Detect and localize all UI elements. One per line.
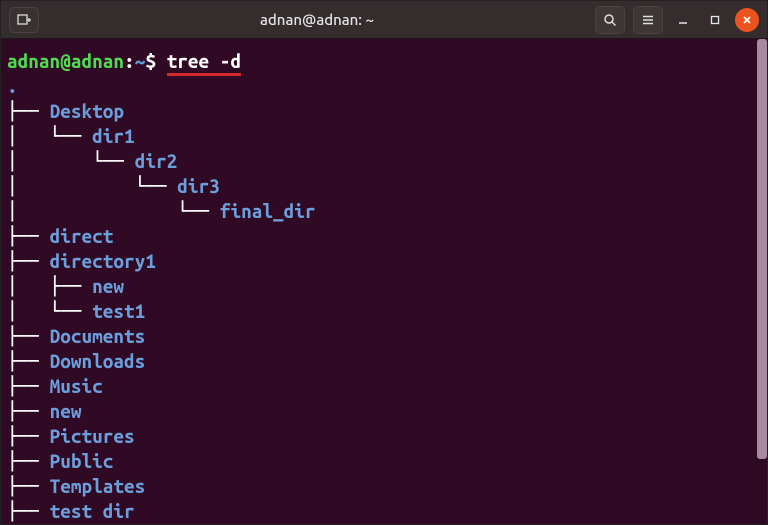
terminal-body[interactable]: adnan@adnan:~$ tree -d . ├── Desktop│ └─… — [1, 39, 767, 524]
tree-line: ├── Pictures — [7, 424, 761, 449]
directory-name: final_dir — [220, 200, 316, 222]
tree-line: ├── Downloads — [7, 349, 761, 374]
tree-line: ├── Public — [7, 449, 761, 474]
tree-branch: ├── — [7, 375, 50, 397]
close-button[interactable] — [735, 8, 759, 32]
directory-name: dir3 — [177, 175, 220, 197]
directory-name: Desktop — [50, 100, 124, 122]
directory-name: Templates — [50, 475, 146, 497]
search-button[interactable] — [595, 6, 625, 34]
minimize-icon — [677, 14, 689, 26]
prompt-user: adnan@adnan — [7, 50, 124, 72]
tree-line: │ └── dir1 — [7, 124, 761, 149]
tree-branch: ├── — [7, 325, 50, 347]
tree-branch: │ └── — [7, 150, 135, 172]
tree-line: │ └── final_dir — [7, 199, 761, 224]
tree-branch: ├── — [7, 350, 50, 372]
close-icon — [741, 14, 753, 26]
tree-line: ├── Desktop — [7, 99, 761, 124]
tree-line: │ └── dir2 — [7, 149, 761, 174]
directory-name: directory1 — [50, 250, 156, 272]
tree-branch: │ └── — [7, 300, 92, 322]
new-tab-icon — [17, 13, 31, 27]
prompt-path: ~ — [135, 50, 146, 72]
tree-root: . — [7, 74, 761, 99]
directory-name: Documents — [50, 325, 146, 347]
tree-branch: │ └── — [7, 125, 92, 147]
scroll-thumb[interactable] — [757, 39, 767, 459]
tree-line: ├── test dir — [7, 499, 761, 524]
tree-line: ├── Documents — [7, 324, 761, 349]
maximize-icon — [709, 14, 721, 26]
prompt-dollar: $ — [145, 50, 156, 72]
directory-name: test1 — [92, 300, 145, 322]
new-tab-button[interactable] — [9, 7, 39, 33]
tree-branch: │ ├── — [7, 275, 92, 297]
tree-line: ├── new — [7, 399, 761, 424]
maximize-button[interactable] — [703, 8, 727, 32]
tree-line: │ └── test1 — [7, 299, 761, 324]
directory-name: Downloads — [50, 350, 146, 372]
tree-branch: ├── — [7, 250, 50, 272]
tree-line: │ └── dir3 — [7, 174, 761, 199]
directory-name: new — [50, 400, 82, 422]
hamburger-icon — [641, 13, 655, 27]
tree-branch: ├── — [7, 425, 50, 447]
tree-branch: ├── — [7, 100, 50, 122]
menu-button[interactable] — [633, 6, 663, 34]
scrollbar[interactable] — [757, 39, 767, 524]
titlebar-right — [595, 6, 759, 34]
directory-name: Public — [50, 450, 114, 472]
tree-line: ├── direct — [7, 224, 761, 249]
terminal-window: adnan@adnan: ~ — [0, 0, 768, 525]
prompt-line: adnan@adnan:~$ tree -d — [7, 49, 761, 74]
window-title: adnan@adnan: ~ — [47, 11, 587, 28]
tree-line: ├── Music — [7, 374, 761, 399]
tree-branch: ├── — [7, 225, 50, 247]
search-icon — [603, 13, 617, 27]
directory-name: direct — [50, 225, 114, 247]
directory-name: dir2 — [135, 150, 178, 172]
tree-branch: ├── — [7, 500, 50, 522]
minimize-button[interactable] — [671, 8, 695, 32]
tree-branch: │ └── — [7, 175, 177, 197]
tree-branch: ├── — [7, 475, 50, 497]
directory-name: Pictures — [50, 425, 135, 447]
tree-line: │ ├── new — [7, 274, 761, 299]
tree-branch: │ └── — [7, 200, 220, 222]
command-text: tree -d — [167, 50, 241, 76]
tree-branch: ├── — [7, 400, 50, 422]
tree-line: ├── directory1 — [7, 249, 761, 274]
directory-name: new — [92, 275, 124, 297]
directory-name: Music — [50, 375, 103, 397]
tree-output: ├── Desktop│ └── dir1│ └── dir2│ └── dir… — [7, 99, 761, 524]
directory-name: dir1 — [92, 125, 135, 147]
prompt-colon: : — [124, 50, 135, 72]
tree-line: ├── Templates — [7, 474, 761, 499]
titlebar: adnan@adnan: ~ — [1, 1, 767, 39]
directory-name: test dir — [50, 500, 135, 522]
tree-branch: ├── — [7, 450, 50, 472]
